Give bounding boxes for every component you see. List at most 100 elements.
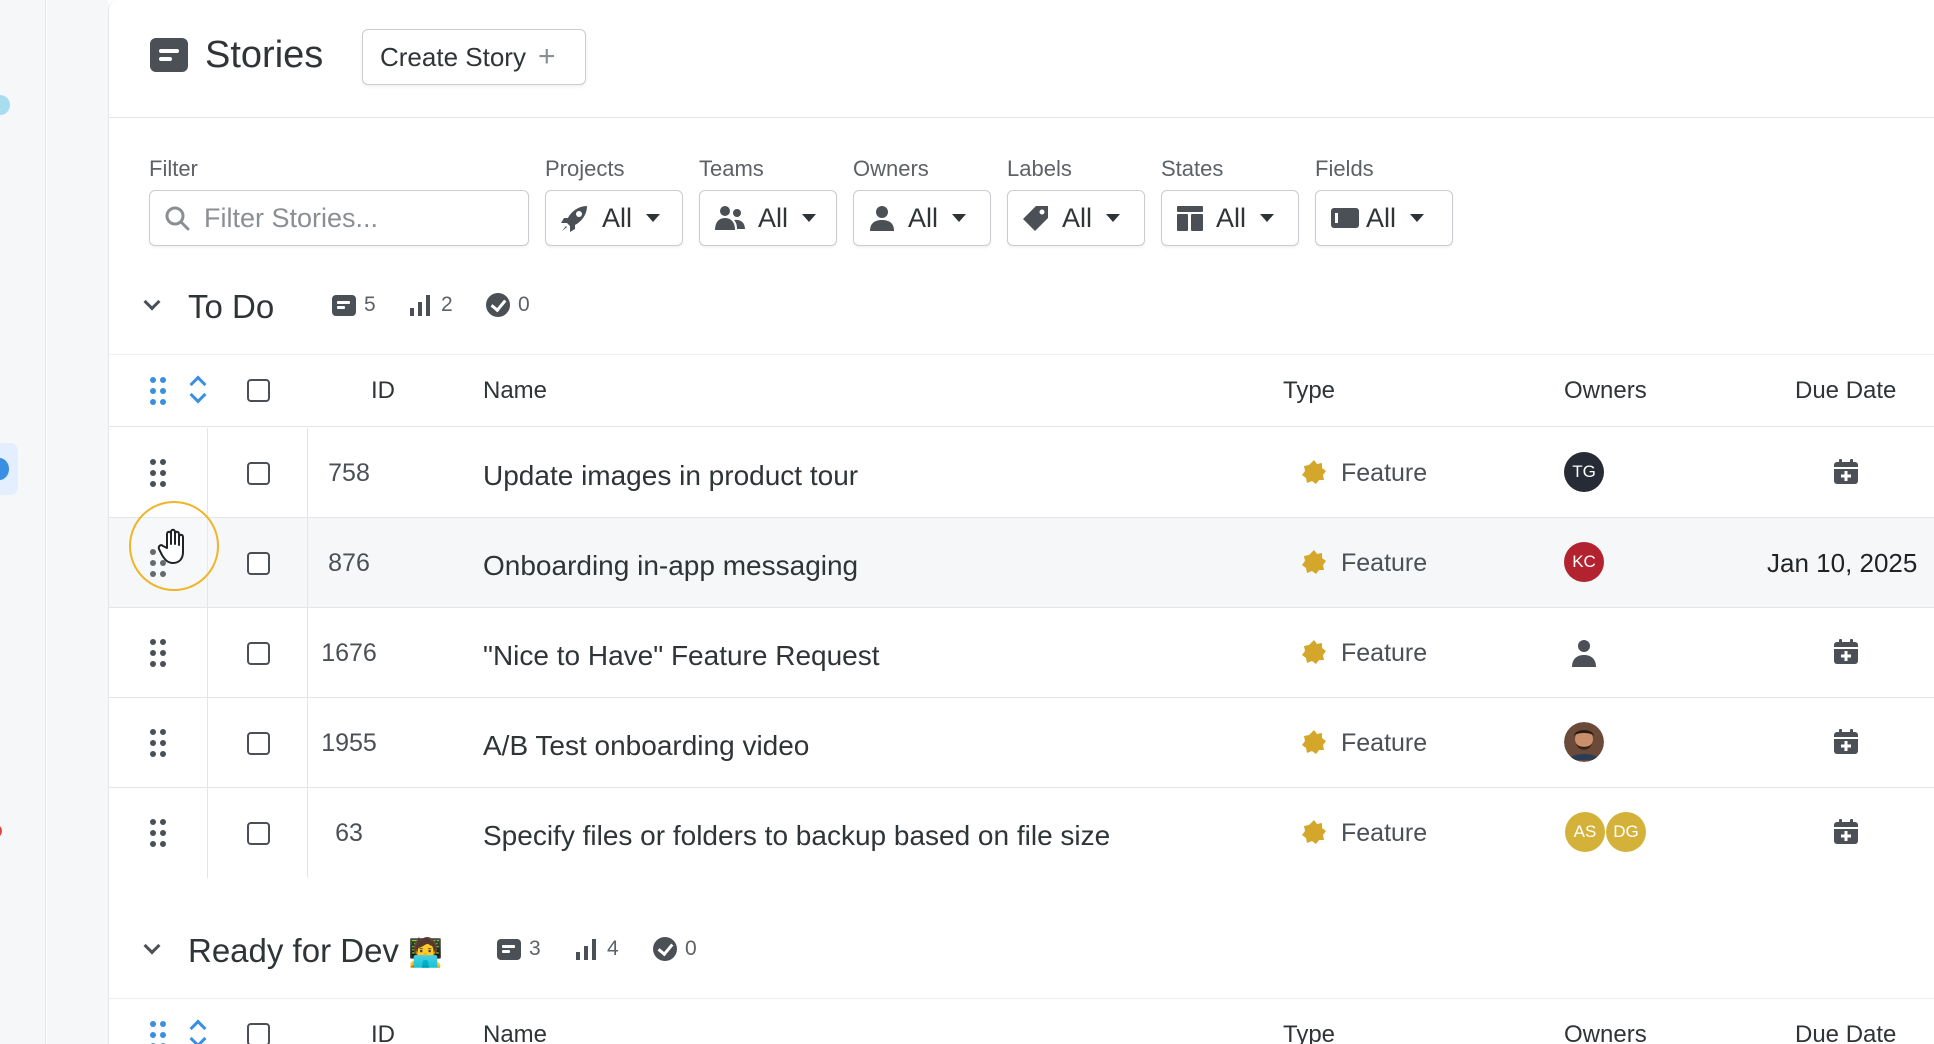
calendar-add-icon[interactable] <box>1832 818 1860 846</box>
story-name-link[interactable]: Update images in product tour <box>483 460 858 492</box>
developer-emoji-icon: 🧑‍💻 <box>408 937 443 968</box>
labels-filter-label: Labels <box>1007 156 1072 181</box>
column-divider <box>207 608 208 697</box>
filter-search-box[interactable] <box>149 190 529 246</box>
owner-avatar-kc[interactable]: KC <box>1564 542 1604 582</box>
story-icon <box>332 294 356 316</box>
column-header-owners[interactable]: Owners <box>1564 1021 1647 1044</box>
feature-type-icon <box>1302 820 1326 844</box>
row-checkbox[interactable] <box>247 822 270 845</box>
drag-handle-icon[interactable] <box>150 729 168 757</box>
table-row[interactable]: 1676 "Nice to Have" Feature Request Feat… <box>109 608 1934 698</box>
collapse-chevron-icon[interactable] <box>143 937 161 955</box>
estimate-count: 4 <box>575 937 619 961</box>
fields-filter-label: Fields <box>1315 156 1374 181</box>
row-checkbox[interactable] <box>247 552 270 575</box>
projects-filter-dropdown[interactable]: All <box>545 190 683 246</box>
column-header-due-date[interactable]: Due Date <box>1795 377 1896 405</box>
owner-avatar-photo[interactable] <box>1564 722 1604 762</box>
sidebar-nav-dot[interactable] <box>0 95 10 115</box>
table-row[interactable]: 876 Onboarding in-app messaging Feature … <box>109 518 1934 608</box>
column-header-due-date[interactable]: Due Date <box>1795 1021 1896 1044</box>
chevron-down-icon <box>952 214 967 222</box>
chevron-down-icon <box>1260 214 1275 222</box>
drag-handle-icon[interactable] <box>150 819 168 847</box>
story-count: 3 <box>497 937 541 961</box>
teams-filter-dropdown[interactable]: All <box>699 190 837 246</box>
story-name-link[interactable]: Specify files or folders to backup based… <box>483 820 1110 852</box>
field-icon <box>1331 208 1359 228</box>
calendar-add-icon[interactable] <box>1832 728 1860 756</box>
select-all-checkbox[interactable] <box>247 1023 270 1044</box>
section-title: To Do <box>188 288 275 325</box>
check-circle-icon <box>486 293 510 317</box>
story-name-link[interactable]: "Nice to Have" Feature Request <box>483 640 880 672</box>
column-header-type[interactable]: Type <box>1283 1021 1335 1044</box>
tag-icon <box>1023 206 1048 231</box>
drag-handle-icon[interactable] <box>150 459 168 487</box>
story-name-link[interactable]: Onboarding in-app messaging <box>483 550 858 582</box>
calendar-add-icon[interactable] <box>1832 638 1860 666</box>
column-header-id[interactable]: ID <box>371 377 395 405</box>
column-header-name[interactable]: Name <box>483 1021 547 1044</box>
columns-icon <box>1177 206 1203 231</box>
story-icon <box>497 938 521 960</box>
table-row[interactable]: 63 Specify files or folders to backup ba… <box>109 788 1934 878</box>
story-icon <box>150 38 188 72</box>
column-divider <box>207 788 208 878</box>
story-type: Feature <box>1341 459 1428 487</box>
table-header: ID Name Type Owners Due Date <box>109 354 1934 427</box>
drag-all-handle-icon[interactable] <box>150 377 168 405</box>
owner-avatar-as[interactable]: AS <box>1565 812 1605 852</box>
check-circle-icon <box>653 937 677 961</box>
calendar-add-icon[interactable] <box>1832 458 1860 486</box>
column-header-type[interactable]: Type <box>1283 377 1335 405</box>
table-row[interactable]: 1955 A/B Test onboarding video Feature <box>109 698 1934 788</box>
states-filter-dropdown[interactable]: All <box>1161 190 1299 246</box>
collapse-chevron-icon[interactable] <box>143 293 161 311</box>
story-id: 876 <box>328 549 370 577</box>
owner-avatar-tg[interactable]: TG <box>1564 452 1604 492</box>
create-story-button[interactable]: Create Story + <box>362 29 586 85</box>
story-name-link[interactable]: A/B Test onboarding video <box>483 730 809 762</box>
rocket-icon <box>561 206 587 232</box>
story-type: Feature <box>1341 639 1428 667</box>
sort-icon[interactable] <box>189 375 205 405</box>
table-row[interactable]: 758 Update images in product tour Featur… <box>109 428 1934 518</box>
filter-stories-input[interactable] <box>204 202 504 234</box>
chevron-down-icon <box>1106 214 1121 222</box>
stories-panel: Stories Create Story + Filter Projects A… <box>108 0 1934 1044</box>
page-title: Stories <box>205 34 324 76</box>
story-id: 1955 <box>321 729 377 757</box>
due-date[interactable]: Jan 10, 2025 <box>1767 548 1917 579</box>
column-header-name[interactable]: Name <box>483 377 547 405</box>
column-header-id[interactable]: ID <box>371 1021 395 1044</box>
drag-all-handle-icon[interactable] <box>150 1021 168 1044</box>
select-all-checkbox[interactable] <box>247 379 270 402</box>
row-checkbox[interactable] <box>247 462 270 485</box>
projects-filter-value: All <box>602 202 633 233</box>
drag-handle-icon[interactable] <box>150 639 168 667</box>
teams-filter-label: Teams <box>699 156 764 181</box>
estimate-bars-icon <box>576 939 596 960</box>
estimate-count: 2 <box>409 293 453 317</box>
column-header-owners[interactable]: Owners <box>1564 377 1647 405</box>
page-header: Stories Create Story + <box>109 0 1934 118</box>
feature-type-icon <box>1302 640 1326 664</box>
sort-icon[interactable] <box>189 1019 205 1044</box>
filter-label: Filter <box>149 156 198 181</box>
fields-filter-dropdown[interactable]: All <box>1315 190 1453 246</box>
no-owner-user-icon[interactable] <box>1570 638 1598 668</box>
row-checkbox[interactable] <box>247 642 270 665</box>
chevron-down-icon <box>1410 214 1425 222</box>
owners-filter-dropdown[interactable]: All <box>853 190 991 246</box>
owners-filter-label: Owners <box>853 156 929 181</box>
row-checkbox[interactable] <box>247 732 270 755</box>
story-type: Feature <box>1341 549 1428 577</box>
labels-filter-dropdown[interactable]: All <box>1007 190 1145 246</box>
chevron-down-icon <box>802 214 817 222</box>
sidebar-nav-dot[interactable] <box>0 826 2 836</box>
story-id: 63 <box>335 819 363 847</box>
owner-avatar-dg[interactable]: DG <box>1606 812 1646 852</box>
teams-filter-value: All <box>758 202 789 233</box>
